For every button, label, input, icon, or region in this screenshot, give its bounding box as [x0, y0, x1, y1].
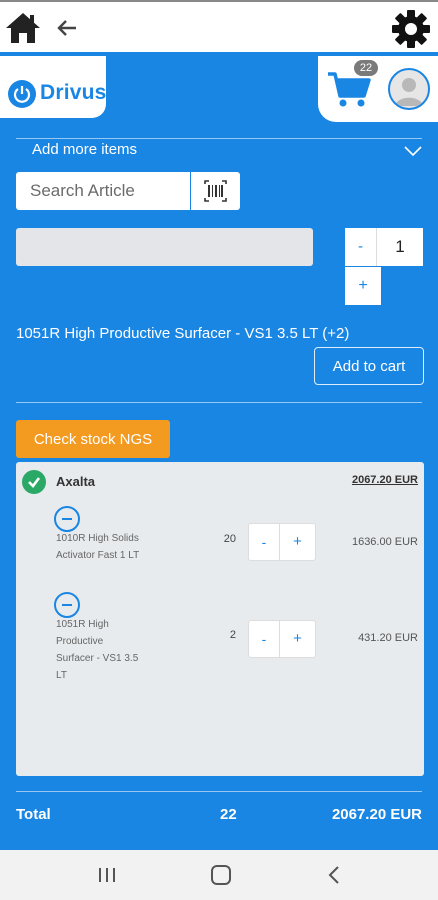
supplier-panel: Axalta 2067.20 EUR 1010R High Solids Act… — [16, 462, 424, 776]
supplier-name: Axalta — [56, 474, 96, 489]
back-icon[interactable] — [326, 864, 342, 886]
barcode-icon — [204, 180, 227, 202]
home-icon[interactable] — [4, 10, 42, 46]
divider — [16, 791, 422, 792]
item-decrease-button[interactable]: - — [248, 523, 280, 561]
back-arrow-icon[interactable] — [54, 14, 80, 42]
divider — [16, 138, 422, 139]
total-label: Total — [16, 806, 51, 823]
quantity-decrease-button[interactable]: - — [345, 228, 377, 266]
selected-article-field[interactable] — [16, 228, 313, 266]
add-to-cart-button[interactable]: Add to cart — [314, 347, 424, 385]
item-decrease-button[interactable]: - — [248, 620, 280, 658]
browser-top-bar — [0, 0, 438, 52]
app-header: Drivus 22 — [0, 52, 438, 122]
header-actions: 22 — [318, 56, 438, 122]
logo[interactable]: Drivus — [0, 56, 106, 118]
item-increase-button[interactable]: + — [280, 523, 316, 561]
check-stock-button[interactable]: Check stock NGS — [16, 420, 170, 458]
item-price: 431.20 EUR — [358, 632, 418, 644]
quantity-increase-button[interactable]: + — [345, 267, 381, 305]
item-name: 1051R High Productive Surfacer - VS1 3.5… — [56, 619, 139, 681]
product-title: 1051R High Productive Surfacer - VS1 3.5… — [16, 325, 350, 342]
item-increase-button[interactable]: + — [280, 620, 316, 658]
remove-item-icon[interactable] — [54, 506, 80, 532]
supplier-total: 2067.20 EUR — [351, 474, 418, 486]
item-price: 1636.00 EUR — [351, 536, 418, 548]
item-quantity: 2 — [229, 629, 236, 641]
logo-text: Drivus — [40, 81, 107, 104]
check-circle-icon — [22, 470, 46, 494]
avatar[interactable] — [388, 68, 430, 110]
cart-count-badge: 22 — [354, 60, 378, 76]
item-quantity: 20 — [223, 533, 236, 545]
home-button-icon[interactable] — [211, 865, 231, 885]
chevron-down-icon[interactable] — [404, 144, 422, 158]
remove-item-icon[interactable] — [54, 592, 80, 618]
divider — [16, 402, 422, 403]
total-sum: 2067.20 EUR — [331, 806, 422, 823]
logo-power-icon — [8, 80, 36, 108]
total-quantity: 22 — [220, 806, 237, 823]
gear-icon[interactable] — [390, 8, 432, 50]
item-name: 1010R High Solids Activator Fast 1 LT — [56, 533, 140, 561]
quantity-input[interactable]: 1 — [377, 228, 423, 266]
system-nav-bar — [0, 850, 438, 900]
search-input[interactable] — [16, 172, 190, 210]
add-more-items-toggle[interactable]: Add more items — [32, 141, 137, 158]
recent-apps-icon[interactable] — [96, 867, 118, 883]
barcode-scan-button[interactable] — [191, 172, 240, 210]
